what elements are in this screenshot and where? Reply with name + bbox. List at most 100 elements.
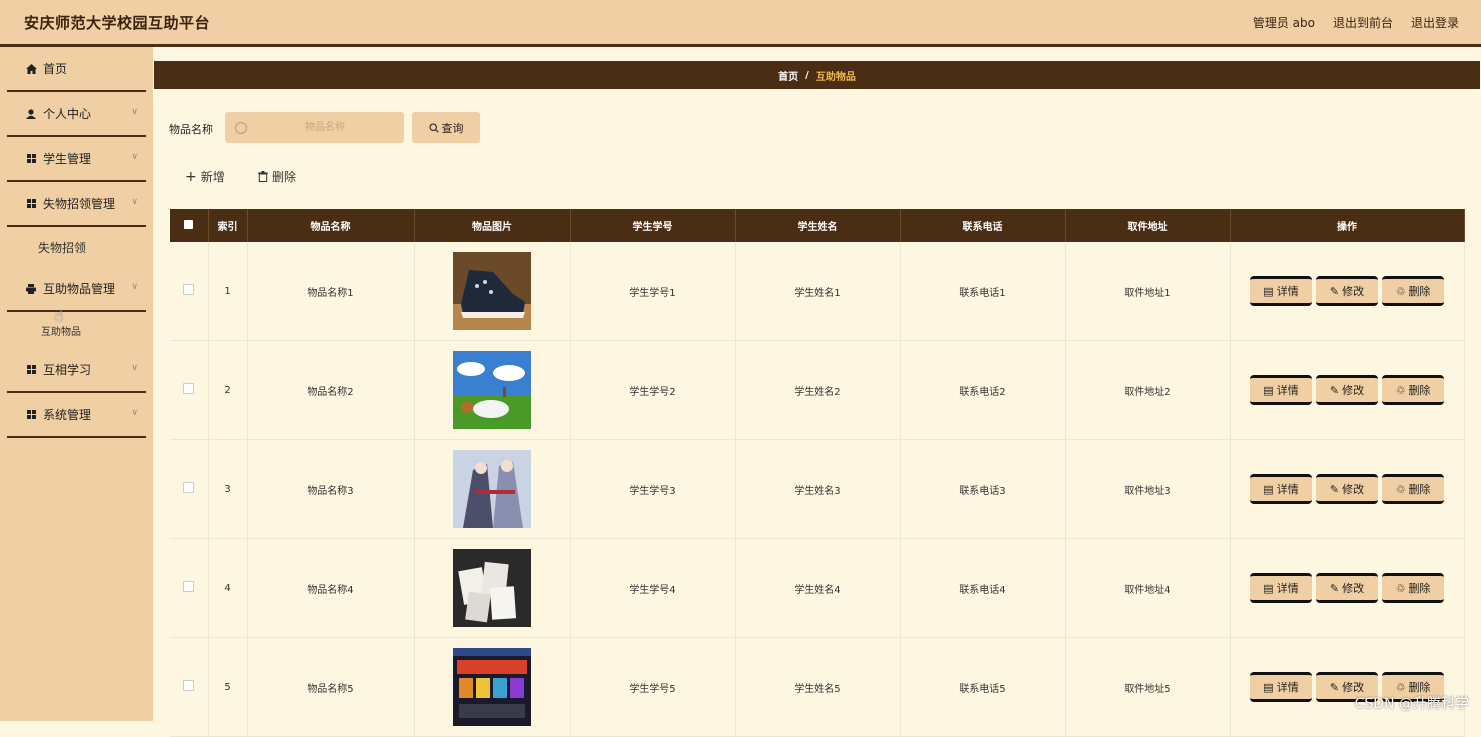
detail-button[interactable]: ▤ 详情 — [1250, 276, 1312, 306]
index-cell: 2 — [208, 340, 248, 440]
grid-icon — [25, 365, 37, 374]
sidebar-item-system-mgmt[interactable]: 系统管理 ∨ — [7, 393, 146, 438]
row-select-cell[interactable] — [170, 242, 209, 341]
delete-button[interactable]: ♲ 删除 — [1382, 474, 1444, 504]
student-name-cell: 学生姓名5 — [735, 637, 901, 737]
select-all-checkbox[interactable] — [184, 219, 194, 229]
add-button[interactable]: + 新增 — [185, 168, 225, 185]
main-content: 首页 / 互助物品 物品名称 查询 + 新增 删除 索引 物品名称 — [153, 47, 1481, 737]
address-cell: 取件地址4 — [1065, 538, 1231, 638]
delete-button[interactable]: ♲ 删除 — [1382, 276, 1444, 306]
row-checkbox[interactable] — [183, 482, 195, 493]
logout-link[interactable]: 退出登录 — [1411, 14, 1459, 31]
detail-button[interactable]: ▤ 详情 — [1250, 573, 1312, 603]
search-icon — [428, 122, 439, 133]
printer-icon — [25, 283, 37, 294]
header-links: 管理员 abo 退出到前台 退出登录 — [1253, 14, 1459, 31]
brochures-photo[interactable] — [453, 549, 531, 627]
row-checkbox[interactable] — [183, 383, 195, 394]
delete-label: 删除 — [1408, 285, 1431, 298]
row-select-cell[interactable] — [170, 340, 209, 440]
edit-button[interactable]: ✎ 修改 — [1316, 276, 1378, 306]
meadow-photo[interactable] — [453, 351, 531, 429]
row-checkbox[interactable] — [183, 680, 195, 691]
detail-button[interactable]: ▤ 详情 — [1250, 375, 1312, 405]
student-name-cell: 学生姓名1 — [735, 242, 901, 341]
table-row: 3 物品名称3 学生学号3 学生姓名3 联系电话3 取件地址3 ▤ 详情 ✎ 修改 ♲ 删除 — [170, 439, 1465, 539]
sidebar-subitem-lost-found[interactable]: 失物招领 — [0, 227, 153, 267]
student-name-cell: 学生姓名3 — [735, 439, 901, 539]
detail-button[interactable]: ▤ 详情 — [1250, 672, 1312, 702]
operations-cell: ▤ 详情 ✎ 修改 ♲ 删除 — [1230, 242, 1465, 341]
delete-label: 删除 — [272, 170, 297, 184]
document-icon: ▤ — [1263, 581, 1274, 595]
sidebar-item-personal-center[interactable]: 个人中心 ∨ — [7, 92, 146, 137]
table-row: 2 物品名称2 学生学号2 学生姓名2 联系电话2 取件地址2 ▤ 详情 ✎ 修改 ♲ 删除 — [170, 340, 1465, 440]
search-input[interactable] — [253, 121, 397, 134]
app-title: 安庆师范大学校园互助平台 — [24, 14, 211, 32]
row-select-cell[interactable] — [170, 538, 209, 638]
breadcrumb-home[interactable]: 首页 — [778, 68, 798, 83]
item-name-cell: 物品名称2 — [247, 340, 415, 440]
search-label: 物品名称 — [169, 123, 213, 136]
detail-button[interactable]: ▤ 详情 — [1250, 474, 1312, 504]
anime-art-photo[interactable] — [453, 450, 531, 528]
pencil-icon: ✎ — [1329, 482, 1340, 496]
sidebar-subitem-mutual-items[interactable]: 互助物品 — [0, 312, 153, 348]
column-header: 学生姓名 — [735, 209, 901, 242]
sidebar-item-mutual-items-mgmt[interactable]: 互助物品管理 ∨ — [7, 267, 146, 312]
table-row: 5 物品名称5 学生学号5 学生姓名5 联系电话5 取件地址5 ▤ 详情 ✎ 修改 ♲ 删除 — [170, 637, 1465, 737]
sidebar: 首页 个人中心 ∨ 学生管理 ∨ 失物招领管理 ∨ 失物招领 互助物品管理 ∨ … — [0, 47, 153, 721]
column-header: 物品图片 — [414, 209, 571, 242]
delete-label: 删除 — [1408, 384, 1431, 397]
detail-label: 详情 — [1276, 483, 1299, 496]
edit-label: 修改 — [1342, 285, 1365, 298]
edit-label: 修改 — [1342, 384, 1365, 397]
row-select-cell[interactable] — [170, 439, 209, 539]
document-icon: ▤ — [1263, 482, 1274, 496]
sidebar-item-home[interactable]: 首页 — [7, 47, 146, 92]
sidebar-item-mutual-study[interactable]: 互相学习 ∨ — [7, 348, 146, 393]
column-header: 索引 — [208, 209, 248, 242]
student-no-cell: 学生学号1 — [570, 242, 736, 341]
document-icon: ▤ — [1263, 284, 1274, 298]
chevron-down-icon: ∨ — [131, 408, 138, 418]
query-button[interactable]: 查询 — [412, 112, 480, 143]
sidebar-item-label: 互相学习 — [43, 363, 92, 377]
document-icon: ▤ — [1263, 680, 1274, 694]
search-icon — [235, 121, 247, 134]
phone-cell: 联系电话3 — [900, 439, 1066, 539]
add-label: 新增 — [200, 170, 225, 184]
sidebar-item-student-mgmt[interactable]: 学生管理 ∨ — [7, 137, 146, 182]
sidebar-item-lost-found-mgmt[interactable]: 失物招领管理 ∨ — [7, 182, 146, 227]
back-to-front-link[interactable]: 退出到前台 — [1333, 14, 1393, 31]
delete-button[interactable]: ♲ 删除 — [1382, 375, 1444, 405]
item-name-cell: 物品名称3 — [247, 439, 415, 539]
sidebar-item-label: 失物招领管理 — [43, 197, 116, 211]
edit-button[interactable]: ✎ 修改 — [1316, 573, 1378, 603]
website-screenshot[interactable] — [453, 648, 531, 726]
trash-icon: ♲ — [1395, 284, 1406, 298]
trash-icon — [258, 171, 268, 182]
index-cell: 3 — [208, 439, 248, 539]
detail-label: 详情 — [1276, 285, 1299, 298]
sneakers-photo[interactable] — [453, 252, 531, 330]
select-all-header[interactable] — [170, 209, 209, 242]
search-field[interactable] — [225, 112, 404, 143]
pencil-icon: ✎ — [1329, 284, 1340, 298]
row-checkbox[interactable] — [183, 581, 195, 592]
sidebar-item-label: 个人中心 — [43, 107, 92, 121]
item-image-cell — [414, 242, 571, 341]
row-checkbox[interactable] — [183, 284, 195, 295]
column-header: 学生学号 — [570, 209, 736, 242]
delete-button[interactable]: ♲ 删除 — [1382, 573, 1444, 603]
pencil-icon: ✎ — [1329, 581, 1340, 595]
row-select-cell[interactable] — [170, 637, 209, 737]
edit-button[interactable]: ✎ 修改 — [1316, 474, 1378, 504]
address-cell: 取件地址5 — [1065, 637, 1231, 737]
chevron-down-icon: ∨ — [131, 197, 138, 207]
bulk-delete-button[interactable]: 删除 — [258, 168, 296, 185]
phone-cell: 联系电话2 — [900, 340, 1066, 440]
edit-button[interactable]: ✎ 修改 — [1316, 375, 1378, 405]
home-icon — [25, 63, 37, 74]
